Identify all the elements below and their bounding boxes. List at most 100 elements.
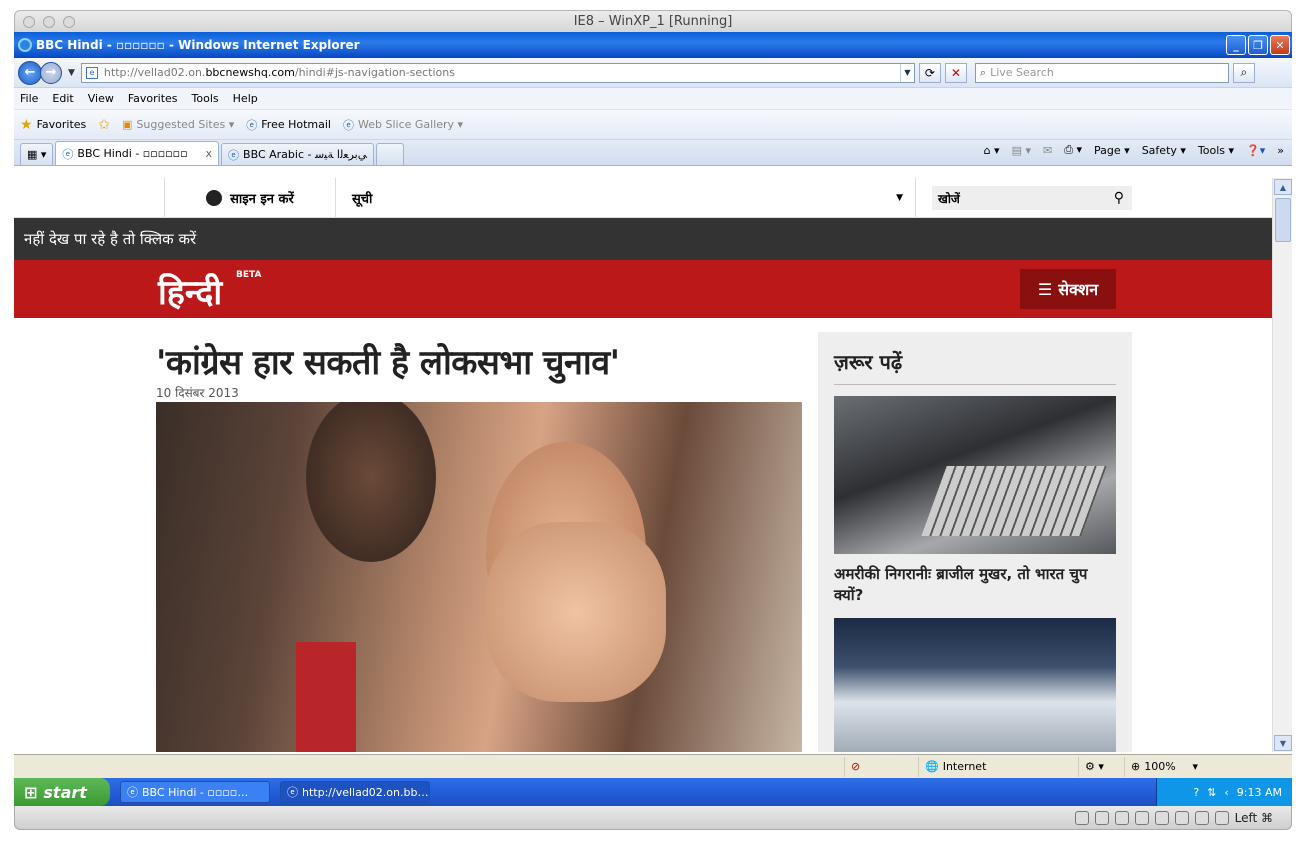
search-field-icon: ⌕ (979, 65, 987, 79)
status-progress (14, 757, 844, 777)
minimize-button[interactable]: _ (1226, 35, 1246, 55)
protected-mode-icon[interactable]: ⚙ ▾ (1078, 756, 1124, 777)
tab-label: BBC Hindi - ▫▫▫▫▫▫ (77, 147, 188, 160)
close-dot[interactable] (23, 16, 35, 28)
page-menu[interactable]: Page ▾ (1094, 144, 1130, 157)
address-bar[interactable]: e http://vellad02.on. bbcnewshq.com/hindi… (80, 62, 915, 83)
chevron-left-icon[interactable]: ‹ (1224, 786, 1228, 799)
article-headline[interactable]: 'कांग्रेस हार सकती है लोकसभा चुनाव' (156, 338, 620, 384)
menu-tools[interactable]: Tools (192, 92, 219, 105)
taskbar-item-bbc-hindi[interactable]: ⓔ BBC Hindi - ▫▫▫▫… (120, 781, 270, 803)
card-image-laptop[interactable] (834, 396, 1116, 554)
chevron-down-icon: ▼ (896, 192, 903, 203)
tab-bbc-hindi[interactable]: ⓔ BBC Hindi - ▫▫▫▫▫▫ x (55, 141, 220, 165)
article-hero-image[interactable] (156, 402, 802, 752)
home-icon[interactable]: ⌂ ▾ (984, 144, 1000, 157)
vertical-scrollbar[interactable]: ▲ ▼ (1272, 178, 1292, 752)
must-read-title: ज़रूर पढ़ें (834, 350, 903, 374)
address-dropdown-icon[interactable]: ▼ (899, 63, 914, 82)
taskbar-item-url[interactable]: ⓔ http://vellad02.on.bb… (280, 781, 430, 803)
shared-folder-icon[interactable] (1154, 810, 1169, 825)
print-icon[interactable]: ⎙ ▾ (1064, 143, 1082, 157)
display-icon[interactable] (1174, 810, 1189, 825)
tab-bbc-arabic[interactable]: ⓔ BBC Arabic - ﻲﺑﺮﻌﻟا ﺔﻴﺳ (221, 143, 374, 165)
close-tab-icon[interactable]: x (206, 147, 213, 160)
live-search-input[interactable]: ⌕ Live Search (974, 62, 1229, 83)
ie-window-title: BBC Hindi - ▫▫▫▫▫▫ - Windows Internet Ex… (36, 38, 360, 52)
system-tray: ? ⇅ ‹ 9:13 AM (1156, 778, 1292, 806)
suggested-sites-icon: ▣ (122, 118, 133, 131)
close-button[interactable]: ✕ (1270, 35, 1290, 55)
task-label: http://vellad02.on.bb… (302, 785, 429, 799)
clock: 9:13 AM (1236, 785, 1282, 799)
site-search-input[interactable]: खोजें ⚲ (932, 186, 1132, 210)
scroll-thumb[interactable] (1275, 198, 1291, 242)
suggested-sites-link[interactable]: ▣ Suggested Sites ▾ (122, 118, 234, 131)
photo-shape (306, 402, 436, 562)
favorites-button[interactable]: ★ Favorites (20, 117, 86, 133)
signin-link[interactable]: साइन इन करें (164, 178, 336, 217)
back-button[interactable]: ← (18, 60, 42, 85)
mouse-integration-icon[interactable] (1214, 810, 1229, 825)
address-host: bbcnewshq.com (205, 66, 295, 79)
card-title[interactable]: अमरीकी निगरानीः ब्राजील मुखर, तो भारत चु… (834, 564, 1116, 606)
notice-bar[interactable]: नहीं देख पा रहे है तो क्लिक करें (14, 218, 1272, 260)
menu-view[interactable]: View (88, 92, 114, 105)
window-controls (23, 16, 75, 28)
minimize-dot[interactable] (43, 16, 55, 28)
stop-button[interactable]: ✕ (944, 62, 967, 83)
feeds-icon[interactable]: ▤ ▾ (1012, 144, 1031, 157)
cd-icon[interactable] (1094, 810, 1109, 825)
network-icon[interactable]: ⇅ (1207, 786, 1216, 799)
mac-title-bar: IE8 – WinXP_1 [Running] (14, 10, 1292, 32)
favorites-label: Favorites (36, 118, 87, 131)
refresh-button[interactable]: ⟳ (918, 62, 941, 83)
hdd-icon[interactable] (1074, 810, 1089, 825)
vm-status-bar: Left ⌘ (14, 806, 1292, 830)
help-icon[interactable]: ? (1193, 786, 1199, 799)
mac-window: IE8 – WinXP_1 [Running] BBC Hindi - ▫▫▫▫… (0, 0, 1306, 848)
add-favorite-button[interactable]: ✩ (98, 117, 110, 133)
tab-bar: ▦ ▾ ⓔ BBC Hindi - ▫▫▫▫▫▫ x ⓔ BBC Arabic … (14, 140, 1292, 166)
scroll-down-icon[interactable]: ▼ (1274, 735, 1292, 751)
zoom-control[interactable]: ⊕ 100% ▾ (1124, 756, 1204, 777)
new-tab-button[interactable] (375, 143, 404, 165)
menu-help[interactable]: Help (233, 92, 258, 105)
star-icon: ★ (20, 116, 33, 133)
scroll-up-icon[interactable]: ▲ (1274, 179, 1292, 195)
zone-cell[interactable]: 🌐 Internet (918, 756, 1078, 777)
search-icon[interactable]: ⌕ (1232, 62, 1255, 83)
sections-label: सेक्शन (1058, 280, 1099, 299)
forward-button[interactable]: → (40, 61, 62, 84)
signin-label: साइन इन करें (230, 191, 294, 207)
usb-icon[interactable] (1114, 810, 1129, 825)
ie-icon: ⓔ (287, 786, 298, 799)
hindi-logo[interactable]: हिन्दी (158, 268, 222, 314)
ie-icon (18, 38, 32, 52)
menu-edit[interactable]: Edit (52, 92, 73, 105)
mail-icon[interactable]: ✉ (1043, 144, 1052, 157)
menu-favorites[interactable]: Favorites (128, 92, 178, 105)
web-slice-gallery-link[interactable]: ⓔ Web Slice Gallery ▾ (343, 117, 463, 133)
help-icon[interactable]: ❓▾ (1246, 144, 1265, 157)
quick-tabs-button[interactable]: ▦ ▾ (20, 143, 54, 165)
start-button[interactable]: ⊞ start (14, 778, 110, 806)
zoom-level: 100% (1144, 760, 1176, 773)
history-dropdown-icon[interactable]: ▼ (68, 68, 75, 78)
list-dropdown[interactable]: सूची ▼ (336, 178, 916, 217)
recording-icon[interactable] (1194, 810, 1209, 825)
card-image-mountains[interactable] (834, 618, 1116, 752)
privacy-icon[interactable]: ⊘ (844, 756, 918, 777)
sections-button[interactable]: ☰ सेक्शन (1020, 269, 1116, 309)
maximize-button[interactable]: ❐ (1248, 35, 1268, 55)
favorites-bar: ★ Favorites ✩ ▣ Suggested Sites ▾ ⓔ Free… (14, 110, 1292, 140)
chevron-more-icon[interactable]: » (1277, 144, 1284, 157)
safety-menu[interactable]: Safety ▾ (1142, 144, 1186, 157)
zoom-dot[interactable] (63, 16, 75, 28)
search-icon[interactable]: ⚲ (1114, 190, 1124, 206)
menu-file[interactable]: File (20, 92, 38, 105)
photo-shape (296, 642, 356, 752)
tools-menu[interactable]: Tools ▾ (1198, 144, 1234, 157)
network-icon[interactable] (1134, 810, 1149, 825)
free-hotmail-link[interactable]: ⓔ Free Hotmail (246, 117, 331, 133)
